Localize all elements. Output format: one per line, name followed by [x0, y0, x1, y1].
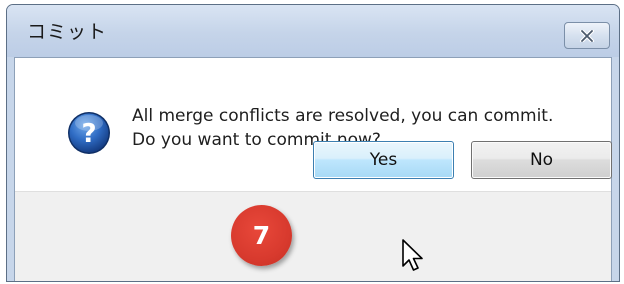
dialog-body: ? All merge conflicts are resolved, you … — [14, 57, 612, 281]
no-button[interactable]: No — [471, 141, 612, 179]
close-button[interactable] — [564, 22, 610, 49]
yes-button[interactable]: Yes — [313, 141, 454, 179]
commit-dialog: コミット ? All merge conflicts are resolved,… — [6, 4, 620, 282]
close-icon — [580, 29, 594, 42]
svg-text:?: ? — [81, 119, 96, 149]
button-bar — [15, 191, 611, 281]
title-bar: コミット — [7, 5, 619, 57]
step-number-badge: 7 — [231, 205, 292, 266]
mouse-pointer-icon — [402, 239, 423, 271]
message-line-1: All merge conflicts are resolved, you ca… — [132, 106, 554, 126]
dialog-title: コミット — [27, 21, 108, 43]
question-icon: ? — [68, 112, 110, 154]
